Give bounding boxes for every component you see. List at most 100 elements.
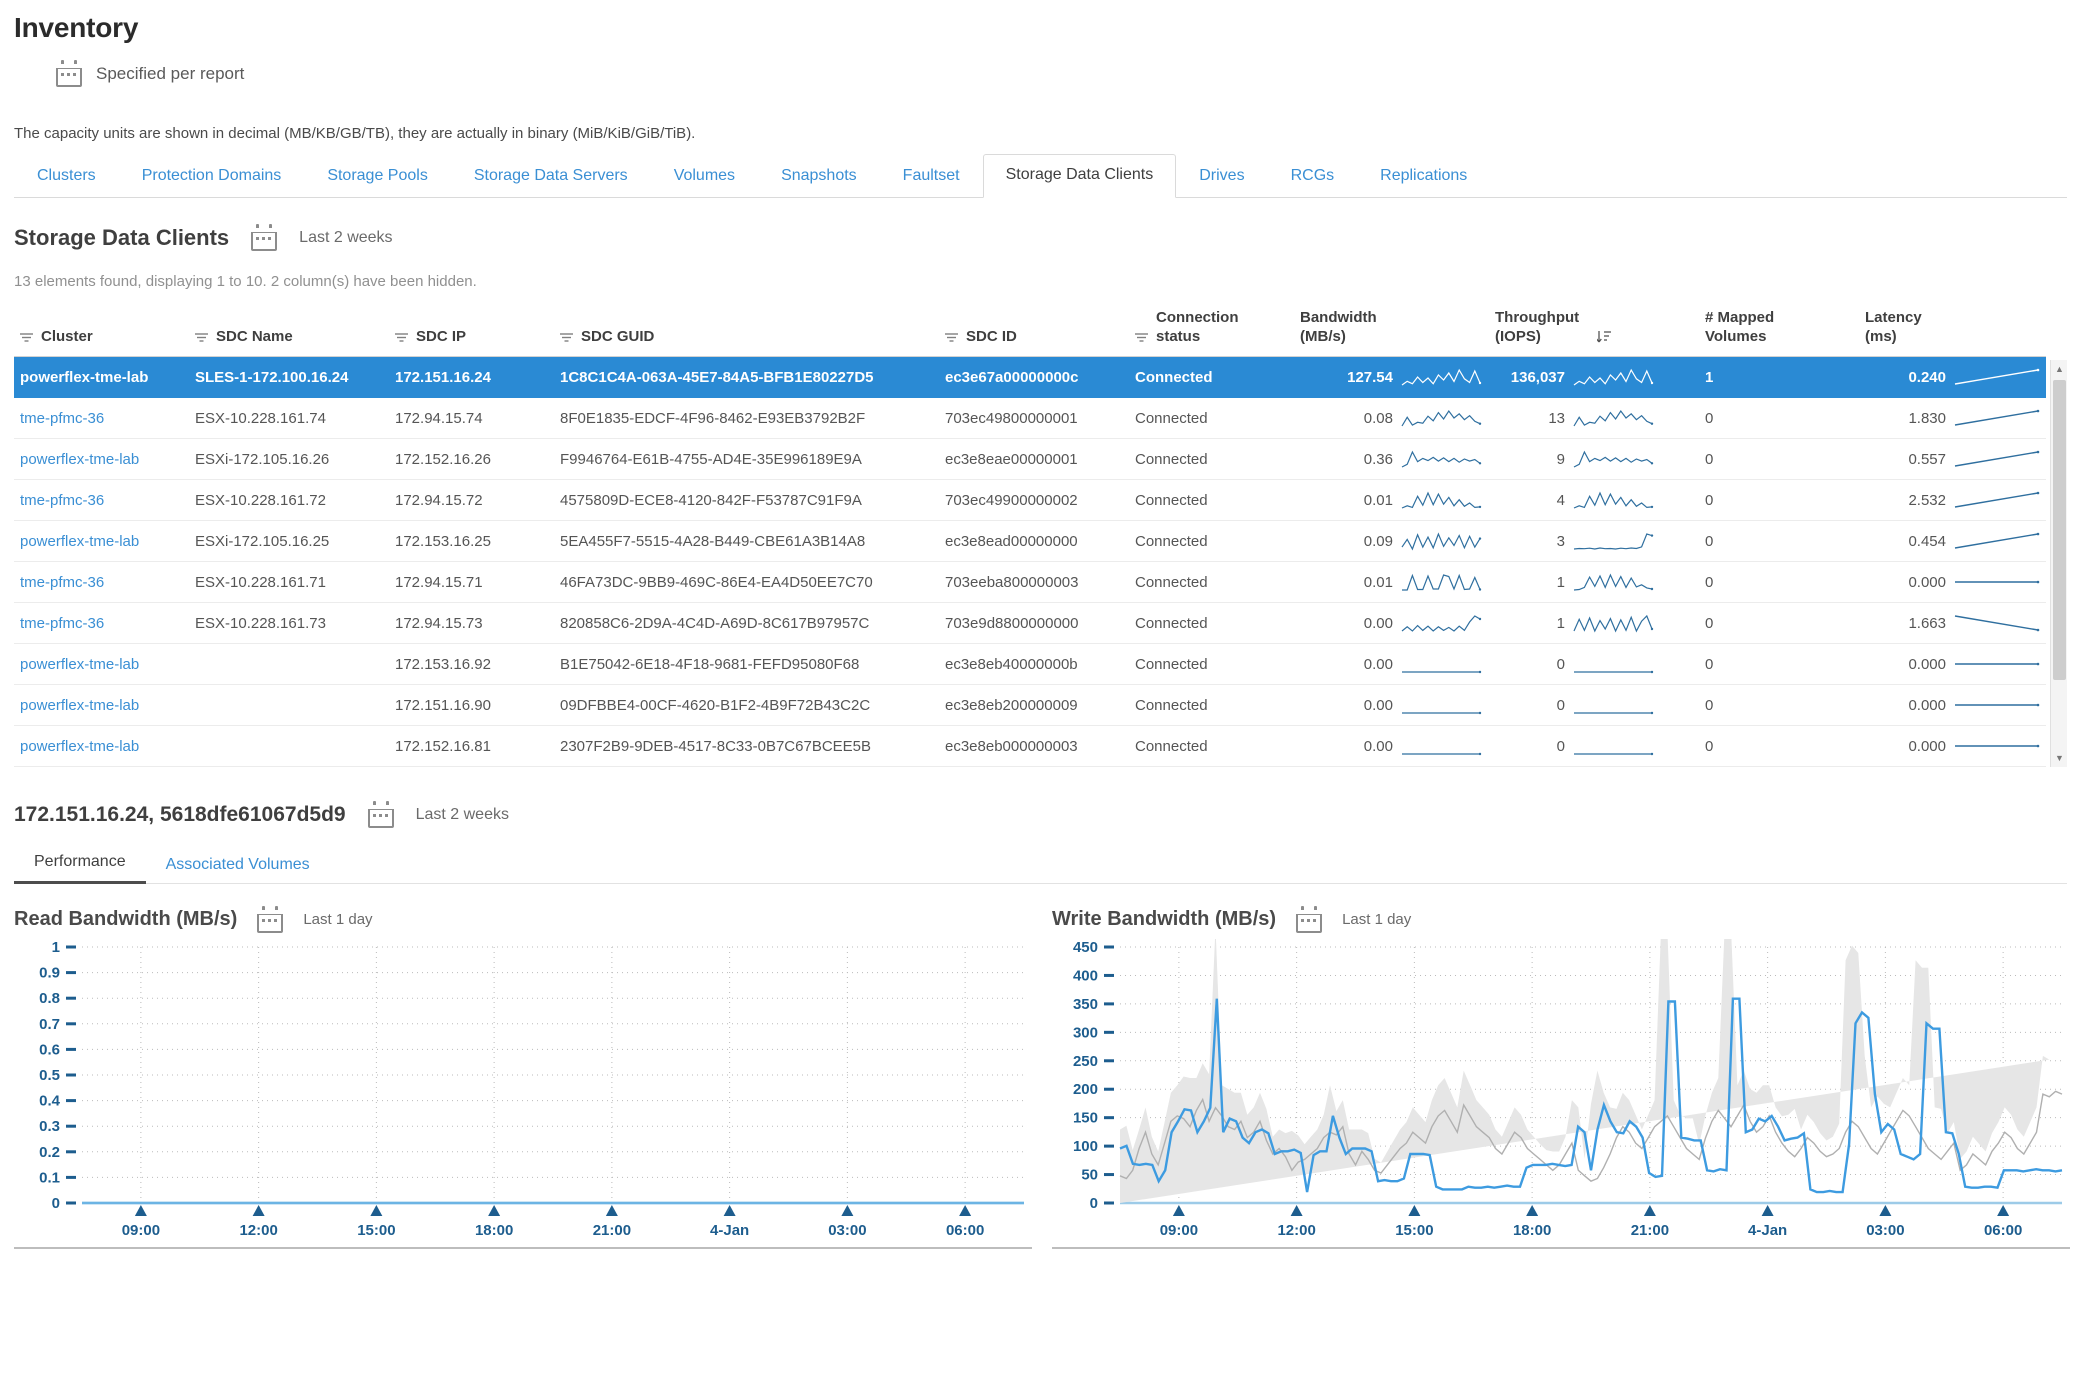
svg-text:0.8: 0.8 bbox=[39, 990, 60, 1007]
cell-sdc-id-text: 703eeba800000003 bbox=[945, 573, 1079, 591]
cell-latency: 1.830 bbox=[1859, 397, 2046, 439]
charts-container: Read Bandwidth (MB/s) Last 1 day 1 0.9 0.8… bbox=[14, 906, 2070, 1249]
table-row[interactable]: tme-pfmc-36 ESX-10.228.161.73 172.94.15.73… bbox=[14, 602, 2046, 644]
cell-bandwidth: 0.09 bbox=[1294, 520, 1489, 562]
table-row[interactable]: powerflex-tme-lab ESXi-172.105.16.25 172.1… bbox=[14, 520, 2046, 562]
cell-connection-status: Connected bbox=[1129, 520, 1294, 562]
cell-throughput: 0 bbox=[1489, 643, 1699, 685]
cell-mapped-volumes-text: 0 bbox=[1705, 532, 1714, 550]
column-header-sdc-name[interactable]: SDC Name bbox=[189, 302, 389, 357]
write-bandwidth-title: Write Bandwidth (MB/s) bbox=[1052, 908, 1277, 930]
table-scrollbar[interactable]: ▲ ▼ bbox=[2050, 360, 2067, 767]
write-chart-range-label[interactable]: Last 1 day bbox=[1342, 911, 1411, 928]
sparkline bbox=[1573, 450, 1654, 468]
column-header-connection-status[interactable]: Connection status bbox=[1129, 302, 1294, 357]
filter-icon[interactable] bbox=[20, 332, 33, 344]
cell-sdc-ip-text: 172.153.16.25 bbox=[395, 532, 491, 550]
table-row[interactable]: powerflex-tme-lab 172.152.16.81 2307F2B9-9… bbox=[14, 725, 2046, 767]
detail-title: 172.151.16.24, 5618dfe61067d5d9 bbox=[14, 802, 346, 826]
table-row[interactable]: powerflex-tme-lab ESXi-172.105.16.26 172.1… bbox=[14, 438, 2046, 480]
cell-cluster[interactable]: powerflex-tme-lab bbox=[14, 356, 189, 398]
filter-icon[interactable] bbox=[945, 332, 958, 344]
cell-cluster-text: tme-pfmc-36 bbox=[20, 614, 105, 632]
tab-protection-domains[interactable]: Protection Domains bbox=[119, 155, 305, 198]
tab-storage-data-clients[interactable]: Storage Data Clients bbox=[982, 154, 1177, 198]
tab-replications[interactable]: Replications bbox=[1357, 155, 1490, 198]
cell-cluster[interactable]: powerflex-tme-lab bbox=[14, 684, 189, 726]
cell-sdc-ip-text: 172.153.16.92 bbox=[395, 655, 491, 673]
filter-icon[interactable] bbox=[1135, 332, 1148, 344]
table-row[interactable]: tme-pfmc-36 ESX-10.228.161.72 172.94.15.72… bbox=[14, 479, 2046, 521]
cell-cluster[interactable]: tme-pfmc-36 bbox=[14, 479, 189, 521]
cell-cluster[interactable]: powerflex-tme-lab bbox=[14, 725, 189, 767]
read-chart-range-label[interactable]: Last 1 day bbox=[303, 911, 372, 928]
cell-latency: 0.000 bbox=[1859, 725, 2046, 767]
cell-cluster[interactable]: powerflex-tme-lab bbox=[14, 520, 189, 562]
write-chart-calendar-icon[interactable] bbox=[1296, 906, 1323, 933]
cell-mapped-volumes-text: 0 bbox=[1705, 614, 1714, 632]
write-bandwidth-chart[interactable]: 450 400 350 300 250 200 150 100 50 0 09:00 12:00 15:… bbox=[1052, 939, 2070, 1249]
section-calendar-icon[interactable] bbox=[251, 224, 278, 251]
tab-volumes[interactable]: Volumes bbox=[651, 155, 758, 198]
scroll-up-icon[interactable]: ▲ bbox=[2051, 360, 2068, 378]
table-row[interactable]: powerflex-tme-lab 172.151.16.90 09DFBBE4-0… bbox=[14, 684, 2046, 726]
table-row[interactable]: tme-pfmc-36 ESX-10.228.161.71 172.94.15.71… bbox=[14, 561, 2046, 603]
cell-sdc-id: ec3e8eae00000001 bbox=[939, 438, 1129, 480]
cell-cluster[interactable]: tme-pfmc-36 bbox=[14, 602, 189, 644]
table-row[interactable]: powerflex-tme-lab SLES-1-172.100.16.24 172… bbox=[14, 356, 2046, 398]
filter-icon[interactable] bbox=[560, 332, 573, 344]
tab-faultset[interactable]: Faultset bbox=[880, 155, 983, 198]
cell-cluster[interactable]: powerflex-tme-lab bbox=[14, 438, 189, 480]
cell-latency: 0.000 bbox=[1859, 684, 2046, 726]
tab-clusters[interactable]: Clusters bbox=[14, 155, 119, 198]
calendar-icon[interactable] bbox=[56, 60, 82, 87]
column-header-sdc-id[interactable]: SDC ID bbox=[939, 302, 1129, 357]
cell-throughput: 4 bbox=[1489, 479, 1699, 521]
trend-sparkline bbox=[1955, 744, 2040, 748]
filter-icon[interactable] bbox=[395, 332, 408, 344]
detail-range-label[interactable]: Last 2 weeks bbox=[416, 806, 509, 824]
column-header-bandwidth-mb-s[interactable]: Bandwidth (MB/s) bbox=[1294, 302, 1489, 357]
table-row[interactable]: powerflex-tme-lab 172.153.16.92 B1E75042-6… bbox=[14, 643, 2046, 685]
cell-cluster[interactable]: tme-pfmc-36 bbox=[14, 561, 189, 603]
scrollbar-thumb[interactable] bbox=[2053, 380, 2066, 680]
sparkline bbox=[1573, 573, 1654, 591]
cell-mapped-volumes: 0 bbox=[1699, 479, 1859, 521]
cell-cluster[interactable]: powerflex-tme-lab bbox=[14, 643, 189, 685]
cell-cluster[interactable]: tme-pfmc-36 bbox=[14, 397, 189, 439]
trend-sparkline bbox=[1954, 368, 2040, 385]
cell-sdc-id-text: 703ec49900000002 bbox=[945, 491, 1078, 509]
sort-descending-icon[interactable] bbox=[1597, 330, 1612, 344]
cell-throughput-value: 0 bbox=[1556, 655, 1565, 673]
cell-latency-value: 2.532 bbox=[1908, 491, 1946, 509]
cell-throughput-value: 4 bbox=[1556, 491, 1565, 509]
column-header-latency-ms[interactable]: Latency (ms) bbox=[1859, 302, 2046, 357]
tab-storage-pools[interactable]: Storage Pools bbox=[304, 155, 451, 198]
svg-text:03:00: 03:00 bbox=[828, 1222, 866, 1239]
column-header-mapped-volumes[interactable]: # Mapped Volumes bbox=[1699, 302, 1859, 357]
cell-bandwidth-value: 0.08 bbox=[1363, 409, 1393, 427]
column-header-sdc-ip[interactable]: SDC IP bbox=[389, 302, 554, 357]
column-header-throughput-iops[interactable]: Throughput (IOPS) bbox=[1489, 302, 1699, 357]
tab-snapshots[interactable]: Snapshots bbox=[758, 155, 880, 198]
subtab-associated-volumes[interactable]: Associated Volumes bbox=[146, 848, 330, 884]
cell-cluster-text: powerflex-tme-lab bbox=[20, 696, 140, 714]
tab-storage-data-servers[interactable]: Storage Data Servers bbox=[451, 155, 651, 198]
column-header-cluster[interactable]: Cluster bbox=[14, 302, 189, 357]
trend-sparkline bbox=[1955, 580, 2040, 584]
column-header-sdc-guid[interactable]: SDC GUID bbox=[554, 302, 939, 357]
subtab-performance[interactable]: Performance bbox=[14, 845, 146, 884]
scroll-down-icon[interactable]: ▼ bbox=[2051, 749, 2068, 767]
cell-throughput: 0 bbox=[1489, 725, 1699, 767]
cell-sdc-guid-text: 5EA455F7-5515-4A28-B449-CBE61A3B14A8 bbox=[560, 532, 866, 550]
chart-svg: 1 0.9 0.8 0.7 0.6 0.5 0.4 0.3 0.2 0.1 0 09:00 12:00 1… bbox=[39, 939, 1024, 1239]
read-bandwidth-chart[interactable]: 1 0.9 0.8 0.7 0.6 0.5 0.4 0.3 0.2 0.1 0 09:00 12:00 1… bbox=[14, 939, 1032, 1249]
tab-rcgs[interactable]: RCGs bbox=[1268, 155, 1358, 198]
tab-drives[interactable]: Drives bbox=[1176, 155, 1267, 198]
section-range-label[interactable]: Last 2 weeks bbox=[299, 229, 392, 247]
detail-calendar-icon[interactable] bbox=[367, 801, 394, 828]
filter-icon[interactable] bbox=[195, 332, 208, 344]
read-chart-calendar-icon[interactable] bbox=[257, 906, 284, 933]
sparkline bbox=[1574, 670, 1654, 674]
table-row[interactable]: tme-pfmc-36 ESX-10.228.161.74 172.94.15.74… bbox=[14, 397, 2046, 439]
